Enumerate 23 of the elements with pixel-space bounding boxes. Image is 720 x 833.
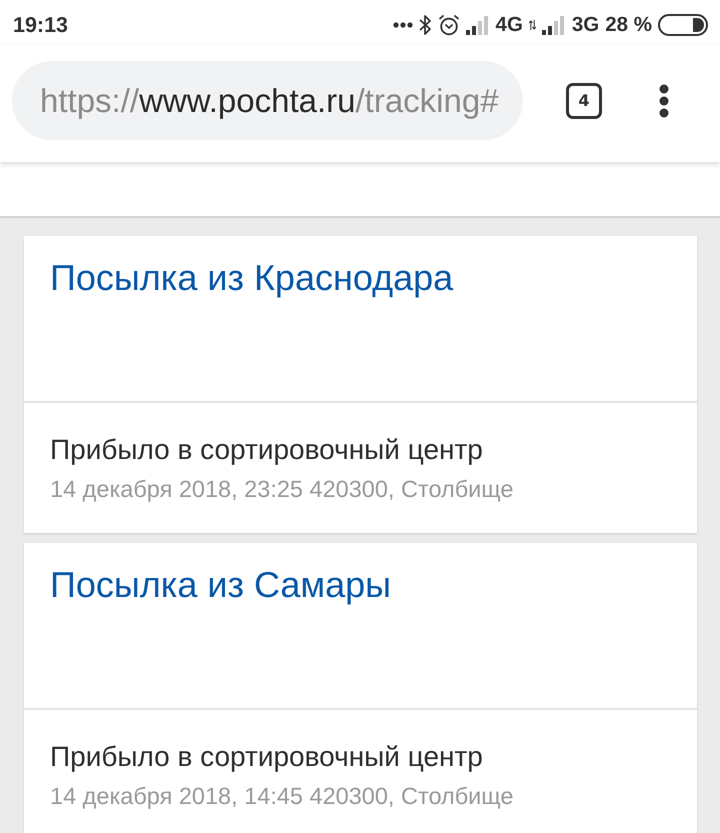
battery-icon [658,14,708,36]
menu-button[interactable] [658,84,670,118]
tab-switcher-button[interactable]: 4 [566,82,602,118]
more-notifications-icon [392,22,413,28]
parcel-title[interactable]: Посылка из Самары [50,563,392,607]
menu-icon [658,84,670,118]
battery-percentage: 28 % [605,12,652,36]
parcel-status: Прибыло в сортировочный центр [50,433,483,467]
bluetooth-icon [418,14,432,36]
parcel-title[interactable]: Посылка из Краснодара [50,256,454,300]
data-arrows-icon [528,20,536,30]
parcel-status: Прибыло в сортировочный центр [50,740,483,774]
network-type: 4G [496,12,523,36]
parcel-details: 14 декабря 2018, 23:25 420300, Столбище [50,475,514,504]
parcel-details: 14 декабря 2018, 14:45 420300, Столбище [50,782,514,811]
alarm-clock-icon [438,14,460,36]
address-field[interactable]: https://www.pochta.ru/tracking# [12,61,523,140]
parcel-card[interactable]: Посылка из Самары Прибыло в сортировочный центр 14 декабря 2018, 14:45 420300, Столбище [24,543,697,833]
signal-icon [466,14,490,34]
parcel-card[interactable]: Посылка из Краснодара Прибыло в сортировочный центр 14 декабря 2018, 23:25 420300, Столбище [24,236,697,533]
network-type: 3G [572,12,600,36]
clock-time: 19:13 [13,12,68,36]
signal-icon [542,14,566,34]
